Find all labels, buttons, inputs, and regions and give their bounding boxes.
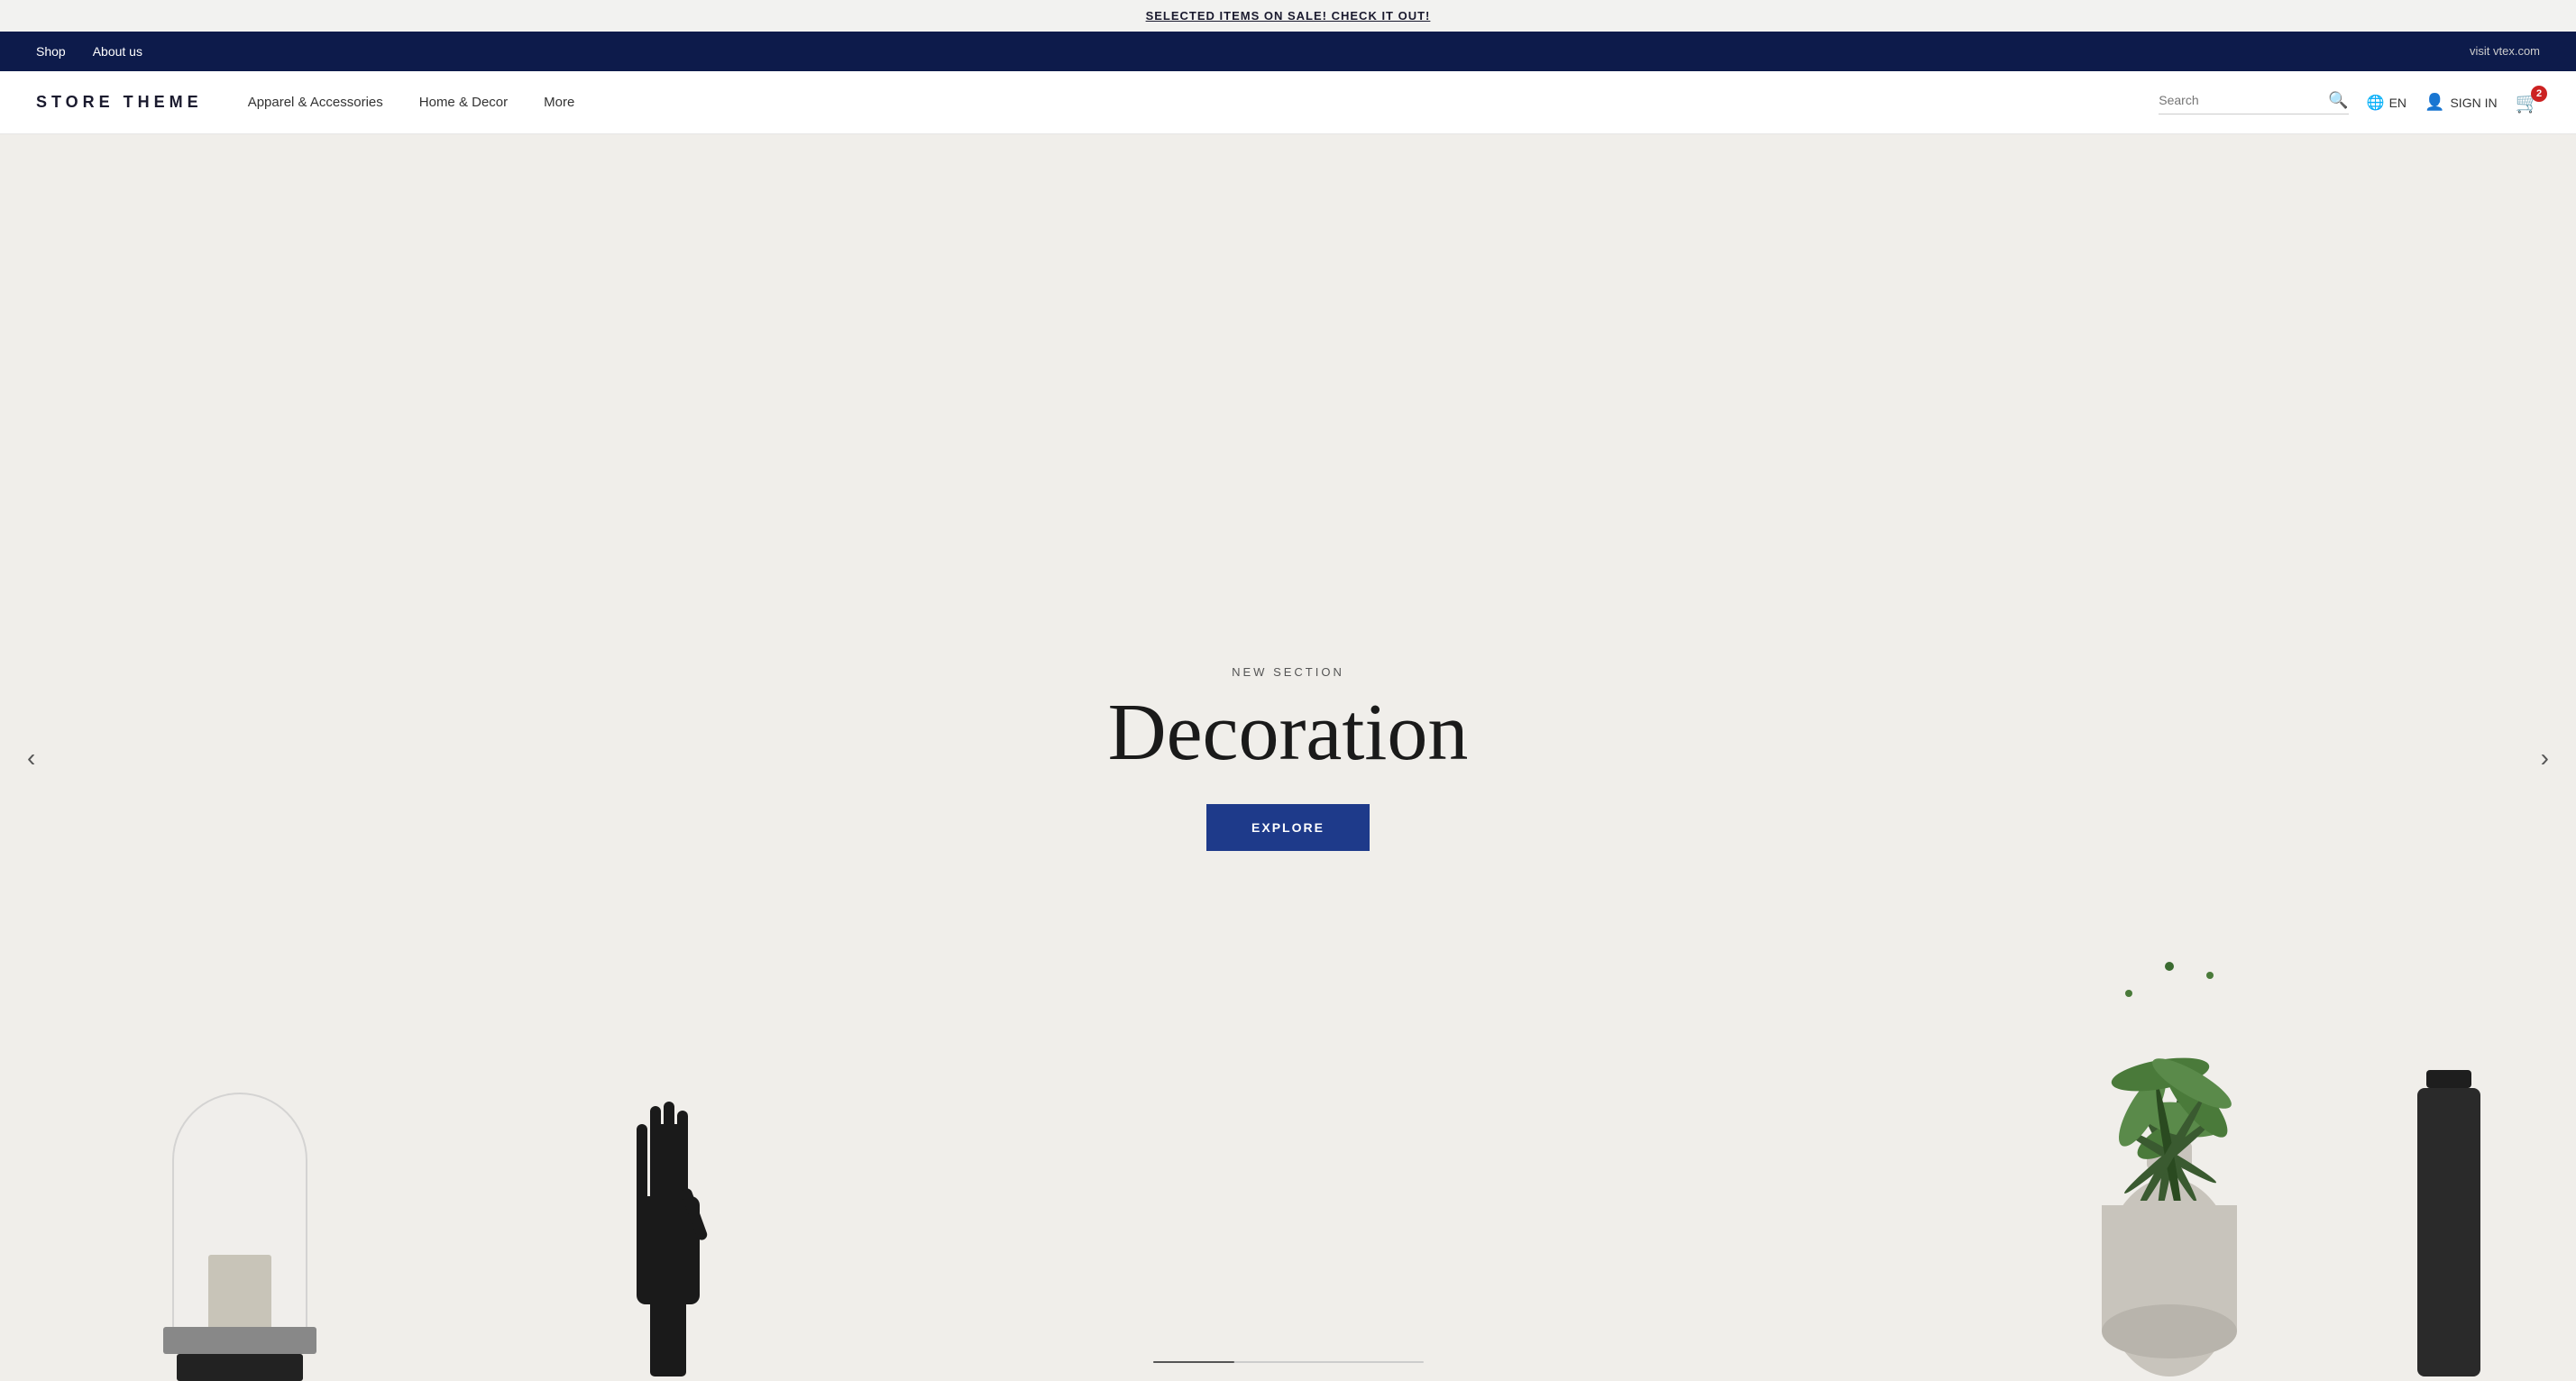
top-nav-right: visit vtex.com: [2470, 43, 2540, 59]
announcement-bar: SELECTED ITEMS ON SALE! CHECK IT OUT!: [0, 0, 2576, 32]
cart-badge: 2: [2531, 86, 2547, 102]
sign-in-label: SIGN IN: [2450, 96, 2497, 110]
carousel-progress: [1153, 1361, 1424, 1363]
dark-bottle: [2399, 1070, 2498, 1381]
carousel-progress-fill: [1153, 1361, 1234, 1363]
nav-apparel[interactable]: Apparel & Accessories: [248, 95, 383, 110]
main-navigation: Apparel & Accessories Home & Decor More: [248, 95, 2159, 110]
hand-svg: [619, 1034, 718, 1376]
hero-subtitle: NEW SECTION: [1108, 665, 1469, 679]
carousel-next-button[interactable]: ›: [2532, 735, 2558, 782]
vtex-link[interactable]: visit vtex.com: [2470, 44, 2540, 58]
search-container[interactable]: 🔍: [2159, 91, 2348, 114]
hero-section: NEW SECTION Decoration EXPLORE ‹ ›: [0, 134, 2576, 1381]
nav-more[interactable]: More: [544, 95, 574, 110]
chevron-right-icon: ›: [2541, 744, 2549, 772]
chevron-left-icon: ‹: [27, 744, 35, 772]
explore-button[interactable]: EXPLORE: [1206, 804, 1370, 851]
top-nav-left: Shop About us: [36, 44, 142, 59]
pedestal-base: [177, 1354, 303, 1381]
language-selector[interactable]: 🌐 EN: [2367, 94, 2406, 112]
bottle-svg: [2399, 1070, 2498, 1376]
about-us-link[interactable]: About us: [93, 44, 142, 59]
search-button[interactable]: 🔍: [2328, 91, 2348, 110]
vase-svg: [2097, 1142, 2241, 1376]
announcement-link[interactable]: SELECTED ITEMS ON SALE! CHECK IT OUT!: [1146, 9, 1431, 23]
vase-with-plant: [2097, 1142, 2241, 1381]
sign-in-link[interactable]: 👤 SIGN IN: [2425, 93, 2498, 112]
header-right: 🔍 🌐 EN 👤 SIGN IN 🛒 2: [2159, 91, 2540, 114]
carousel-prev-button[interactable]: ‹: [18, 735, 44, 782]
user-icon: 👤: [2425, 93, 2444, 112]
bell-jar-decoration: [154, 1038, 335, 1381]
hero-content: NEW SECTION Decoration EXPLORE: [1108, 665, 1469, 851]
candle-object: [208, 1255, 271, 1327]
hand-sculpture: [619, 1034, 718, 1381]
plant-leaves-svg: [2043, 885, 2296, 1201]
globe-icon: 🌐: [2367, 94, 2385, 112]
hero-title: Decoration: [1108, 688, 1469, 777]
main-header: STORE THEME Apparel & Accessories Home &…: [0, 71, 2576, 134]
lang-label: EN: [2389, 96, 2406, 110]
bell-jar-base: [163, 1327, 316, 1354]
search-input[interactable]: [2159, 93, 2321, 107]
bell-jar-glass: [172, 1093, 307, 1327]
cart-button[interactable]: 🛒 2: [2516, 91, 2540, 114]
site-logo[interactable]: STORE THEME: [36, 93, 203, 112]
nav-home-decor[interactable]: Home & Decor: [419, 95, 508, 110]
search-icon: 🔍: [2328, 91, 2348, 109]
shop-link[interactable]: Shop: [36, 44, 66, 59]
top-nav: Shop About us visit vtex.com: [0, 32, 2576, 71]
